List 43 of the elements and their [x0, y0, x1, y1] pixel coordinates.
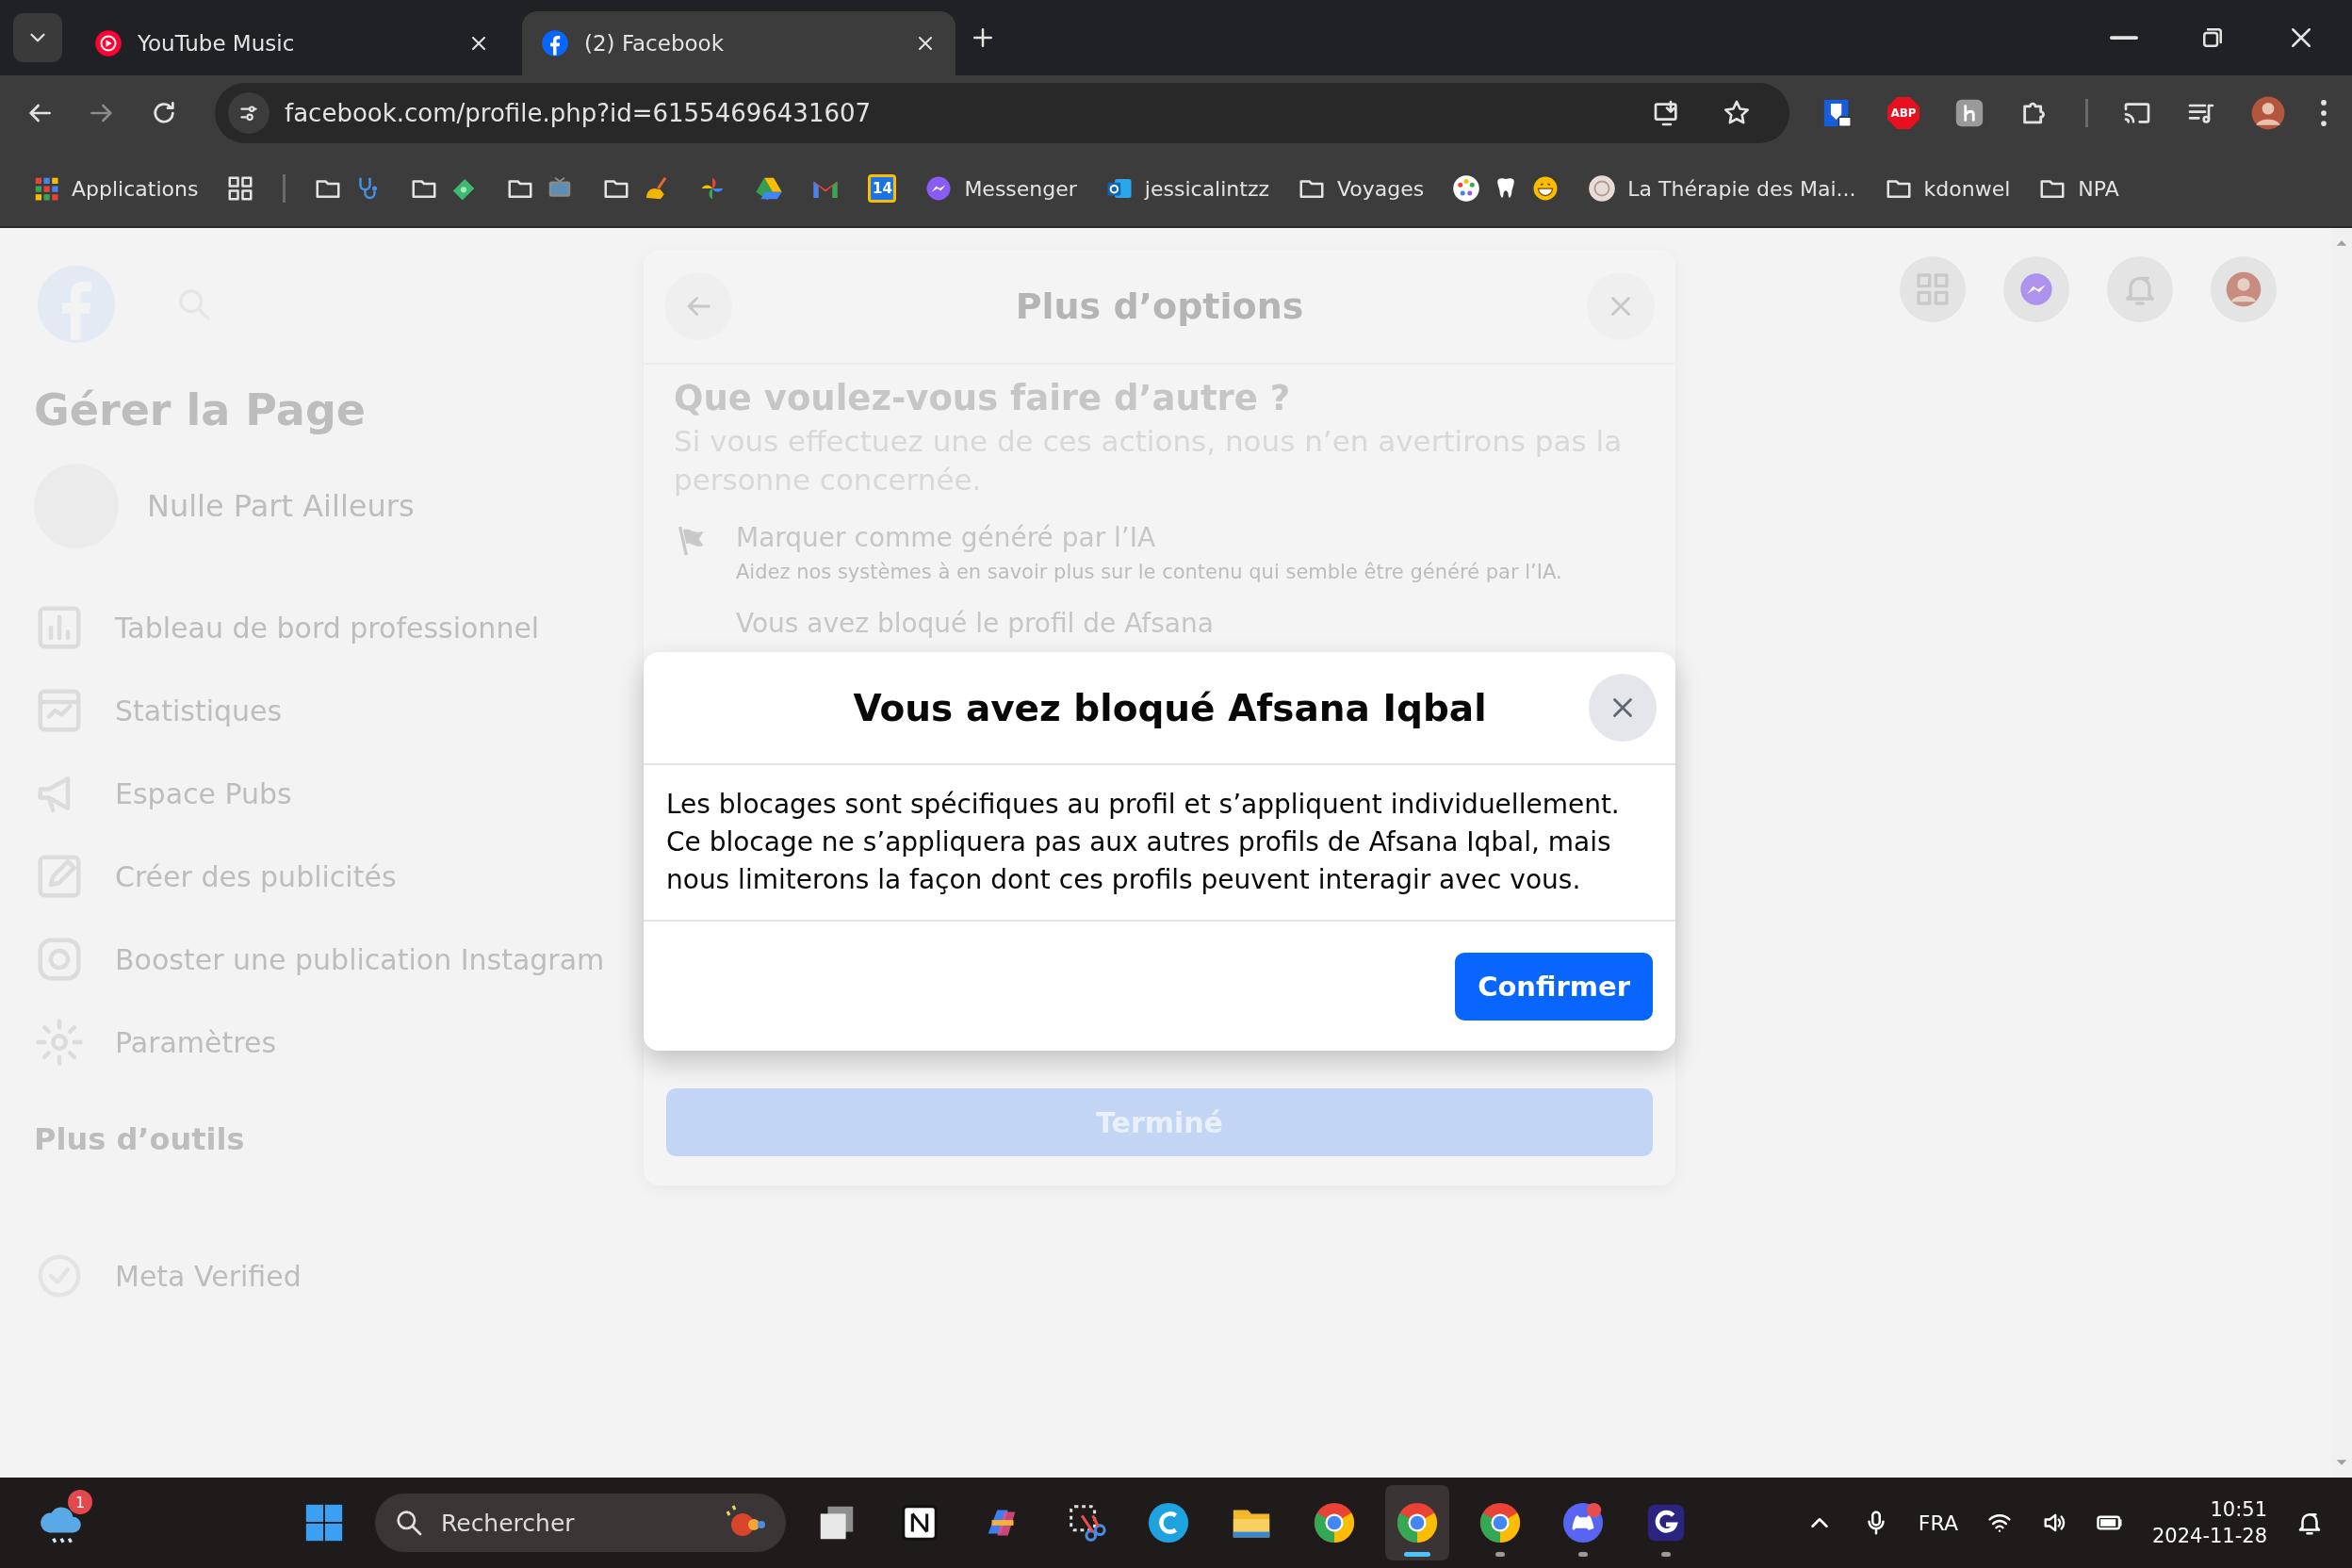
- f-logo-icon: [541, 29, 569, 57]
- taskbar-app[interactable]: [1385, 1485, 1449, 1560]
- browser-tab[interactable]: YouTube Music: [75, 11, 509, 75]
- bookmark[interactable]: Applications: [32, 174, 199, 203]
- bookmark[interactable]: kdonwel: [1884, 174, 2011, 203]
- menu-icon: [2320, 99, 2328, 127]
- bookmark[interactable]: jessicalintzz: [1104, 174, 1269, 203]
- chrome-icon: [1313, 1501, 1356, 1544]
- search-field[interactable]: Rechercher: [375, 1494, 786, 1552]
- bookmark[interactable]: La Thérapie des Mai...: [1588, 174, 1856, 203]
- clock-date[interactable]: 2024-11-28: [2151, 1525, 2267, 1547]
- clock-time[interactable]: 10:51: [2210, 1498, 2267, 1521]
- avatar-icon: [2250, 95, 2286, 131]
- grid-icon: [1914, 270, 1952, 308]
- chrome-icon: [1396, 1501, 1439, 1544]
- address-bar[interactable]: facebook.com/profile.php?id=61554696431607: [215, 83, 1789, 143]
- canva-icon: [1147, 1501, 1190, 1544]
- discord-icon: [1561, 1501, 1605, 1544]
- confirm-button[interactable]: Confirmer: [1455, 952, 1653, 1021]
- shield-lock-icon: [1821, 97, 1854, 129]
- chrome-icon: [1478, 1501, 1522, 1544]
- avatar-icon: [2225, 270, 2262, 308]
- ad-block-extension-icon[interactable]: ABP: [1887, 97, 1919, 129]
- messenger-icon: [2017, 270, 2055, 308]
- music-play-icon: [94, 29, 122, 57]
- colorful-circle-icon: [1452, 174, 1481, 203]
- round-logo-icon: [1588, 174, 1617, 203]
- extension-icon: [1953, 97, 1985, 129]
- minimize-icon: [2110, 36, 2138, 40]
- tab-list-button[interactable]: [13, 13, 62, 62]
- calendar-icon[interactable]: 14: [868, 174, 897, 203]
- dialog-title: Plus d’options: [1014, 286, 1305, 327]
- dialog-message: Les blocages sont spécifiques au profil et s’appliquent individuellement. Ce blocage ne s’appliquera pas aux autres profils de Afsana Iqbal, mais nous limiterons la façon dont ces profils peuvent interagir avec vous.: [644, 765, 1675, 922]
- grid-icon[interactable]: [226, 174, 255, 203]
- dialog-title: Vous avez bloqué Afsana Iqbal: [852, 686, 1488, 729]
- bookmark[interactable]: NPA: [2038, 174, 2119, 203]
- weather-widget[interactable]: 1: [28, 1490, 94, 1556]
- notification-badge: 1: [68, 1490, 92, 1514]
- language-indicator[interactable]: FRA: [1918, 1511, 1958, 1535]
- browser-tab[interactable]: (2) Facebook: [522, 11, 956, 75]
- search-icon: [394, 1508, 424, 1538]
- bookmark[interactable]: Messenger: [924, 174, 1077, 203]
- bookmark[interactable]: Voyages: [1298, 174, 1425, 203]
